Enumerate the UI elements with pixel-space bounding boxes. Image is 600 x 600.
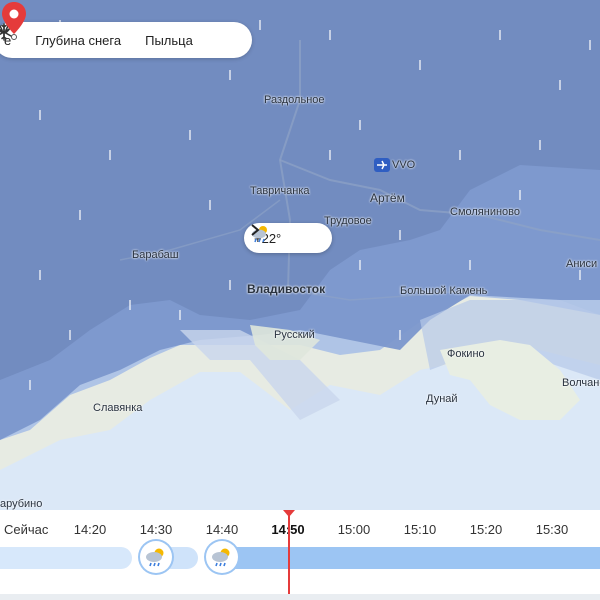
place-trudovoe[interactable]: Трудовое xyxy=(324,215,372,227)
snow-depth-label: Глубина снега xyxy=(35,32,122,48)
location-pin-icon[interactable] xyxy=(0,0,28,40)
time-cursor[interactable] xyxy=(288,510,290,600)
place-slavyanka[interactable]: Славянка xyxy=(93,402,142,414)
rain-cloud-sun-icon xyxy=(146,548,164,567)
place-russkiy[interactable]: Русский xyxy=(274,329,315,341)
timeline-weather-icon-2[interactable] xyxy=(206,541,238,573)
place-smolyaninovo[interactable]: Смоляниново xyxy=(450,206,520,218)
tick-now[interactable]: Сейчас xyxy=(4,522,48,537)
place-bolshoy-kamen[interactable]: Большой Камень xyxy=(400,285,487,297)
pollen-chip[interactable]: Пыльца xyxy=(0,22,203,58)
tick-1420[interactable]: 14:20 xyxy=(74,522,107,537)
place-tavrichanka[interactable]: Тавричанка xyxy=(250,185,310,197)
tick-1520[interactable]: 15:20 xyxy=(470,522,503,537)
place-artem[interactable]: Артём xyxy=(370,191,405,205)
timeline-track-past[interactable] xyxy=(0,547,132,569)
tick-1500[interactable]: 15:00 xyxy=(338,522,371,537)
place-zarubino[interactable]: арубино xyxy=(0,498,42,510)
place-anisimovka[interactable]: Аниси xyxy=(566,258,597,270)
weather-bubble[interactable]: +22° xyxy=(244,223,332,253)
place-vladivostok[interactable]: Владивосток xyxy=(247,282,325,296)
place-vvo[interactable]: VVO xyxy=(392,159,415,171)
place-barabash[interactable]: Барабаш xyxy=(132,249,179,261)
map-canvas xyxy=(0,0,600,510)
place-fokino[interactable]: Фокино xyxy=(447,348,485,360)
timeline-track-forecast[interactable] xyxy=(210,547,600,569)
tick-1530[interactable]: 15:30 xyxy=(536,522,569,537)
timeline[interactable]: Сейчас 14:20 14:30 14:40 14:50 15:00 15:… xyxy=(0,510,600,600)
place-razdolnoe[interactable]: Раздольное xyxy=(264,94,325,106)
place-dunai[interactable]: Дунай xyxy=(426,393,458,405)
tick-1440[interactable]: 14:40 xyxy=(206,522,239,537)
time-cursor-handle[interactable] xyxy=(283,510,295,517)
tick-1510[interactable]: 15:10 xyxy=(404,522,437,537)
tick-1430[interactable]: 14:30 xyxy=(140,522,173,537)
timeline-weather-icon-1[interactable] xyxy=(140,541,172,573)
rain-cloud-sun-icon xyxy=(212,548,230,567)
layers-bar: е Глубина снега Пыльца xyxy=(0,22,252,58)
weather-map[interactable]: Раздольное VVO Артём Тавричанка Трудовое… xyxy=(0,0,600,510)
bottom-strip xyxy=(0,594,600,600)
chevron-right-icon xyxy=(251,224,260,236)
snow-depth-chip[interactable]: Глубина снега xyxy=(0,22,131,58)
pollen-label: Пыльца xyxy=(145,32,193,48)
place-volchanets[interactable]: Волчане xyxy=(562,377,600,389)
